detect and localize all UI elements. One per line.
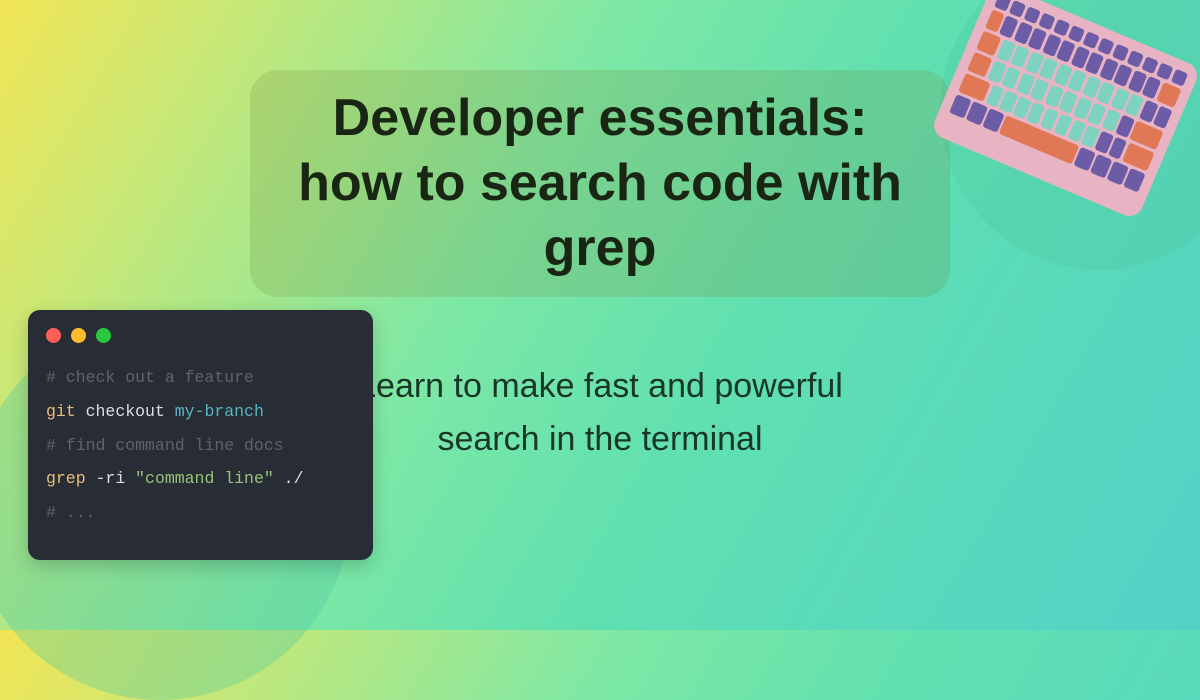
terminal-line-2: git checkout my-branch <box>46 395 355 429</box>
command-flags-text: -ri <box>96 469 126 488</box>
window-maximize-button <box>96 328 111 343</box>
keyboard-key <box>1156 82 1182 108</box>
page-title: Developer essentials: how to search code… <box>278 86 922 281</box>
window-close-button <box>46 328 61 343</box>
terminal-line-4: grep -ri "command line" ./ <box>46 462 355 496</box>
command-string-text: "command line" <box>135 469 274 488</box>
command-arg-branch: my-branch <box>175 402 264 421</box>
comment-text: # check out a feature <box>46 368 254 387</box>
keyboard-key <box>1170 69 1188 87</box>
title-background: Developer essentials: how to search code… <box>250 70 950 297</box>
terminal-traffic-lights <box>46 328 355 343</box>
command-path-text: ./ <box>284 469 304 488</box>
comment-text: # find command line docs <box>46 436 284 455</box>
window-minimize-button <box>71 328 86 343</box>
keyboard-key <box>1141 56 1159 74</box>
terminal-window: # check out a feature git checkout my-br… <box>28 310 373 560</box>
command-grep: grep <box>46 469 86 488</box>
comment-text: # ... <box>46 503 96 522</box>
command-arg-checkout: checkout <box>86 402 165 421</box>
terminal-line-3: # find command line docs <box>46 429 355 463</box>
command-git: git <box>46 402 76 421</box>
page-subtitle: Learn to make fast and powerful search i… <box>320 360 880 465</box>
terminal-line-5: # ... <box>46 496 355 530</box>
keyboard-key <box>1156 62 1174 80</box>
terminal-line-1: # check out a feature <box>46 361 355 395</box>
title-block: Developer essentials: how to search code… <box>250 70 950 297</box>
